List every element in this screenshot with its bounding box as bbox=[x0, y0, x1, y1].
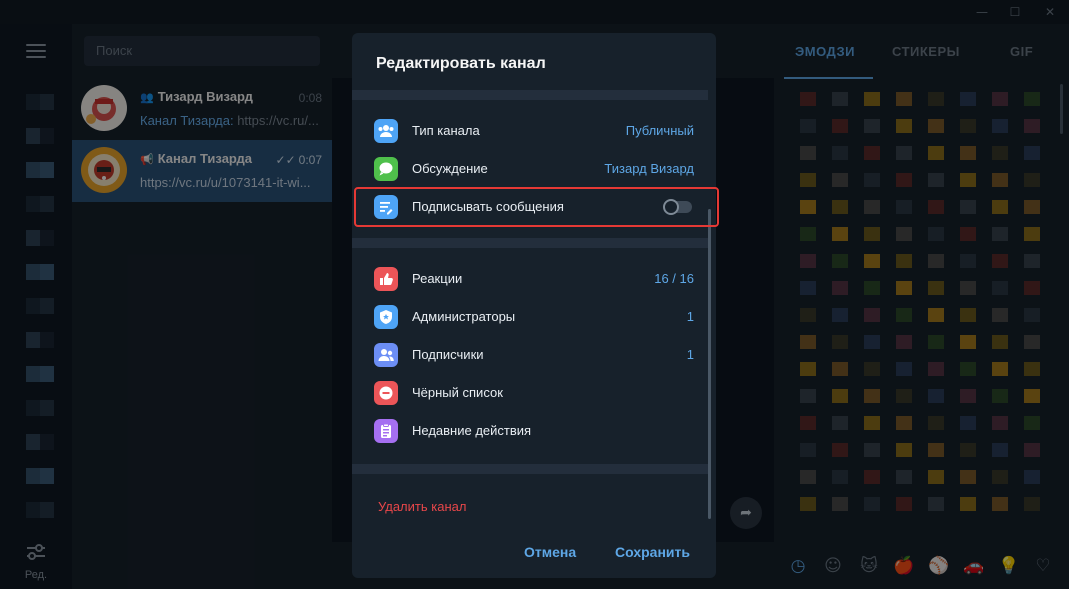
section-divider bbox=[352, 90, 708, 100]
blacklist-row[interactable]: Чёрный список bbox=[352, 374, 708, 412]
row-label: Недавние действия bbox=[412, 423, 532, 438]
subscribers-icon bbox=[374, 343, 398, 367]
row-label: Реакции bbox=[412, 271, 463, 286]
row-label: Чёрный список bbox=[412, 385, 503, 400]
discussion-icon bbox=[374, 157, 398, 181]
channel-type-row[interactable]: Тип канала Публичный bbox=[352, 112, 708, 150]
dialog-title: Редактировать канал bbox=[376, 55, 546, 72]
highlight-frame bbox=[354, 187, 719, 227]
row-label: Тип канала bbox=[412, 123, 480, 138]
recent-actions-icon bbox=[374, 419, 398, 443]
row-value: 1 bbox=[686, 347, 694, 362]
row-value: 1 bbox=[686, 309, 694, 324]
row-label: Подписчики bbox=[412, 347, 484, 362]
section-divider bbox=[352, 464, 708, 474]
row-value: 16 / 16 bbox=[654, 271, 694, 286]
cancel-button[interactable]: Отмена bbox=[524, 544, 576, 560]
row-label: Обсуждение bbox=[412, 161, 488, 176]
administrators-icon bbox=[374, 305, 398, 329]
reactions-row[interactable]: Реакции 16 / 16 bbox=[352, 260, 708, 298]
blacklist-icon bbox=[374, 381, 398, 405]
administrators-row[interactable]: Администраторы 1 bbox=[352, 298, 708, 336]
discussion-row[interactable]: Обсуждение Тизард Визард bbox=[352, 150, 708, 188]
row-label: Администраторы bbox=[412, 309, 516, 324]
dialog-scrollbar[interactable] bbox=[708, 209, 711, 519]
row-value: Тизард Визард bbox=[604, 161, 694, 176]
save-button[interactable]: Сохранить bbox=[615, 544, 690, 560]
channel-type-icon bbox=[374, 119, 398, 143]
row-value: Публичный bbox=[625, 123, 694, 138]
delete-channel-button[interactable]: Удалить канал bbox=[378, 499, 466, 514]
subscribers-row[interactable]: Подписчики 1 bbox=[352, 336, 708, 374]
recent-actions-row[interactable]: Недавние действия bbox=[352, 412, 708, 450]
section-divider bbox=[352, 238, 708, 248]
edit-channel-dialog: Редактировать канал Тип канала Публичный… bbox=[352, 33, 716, 578]
reactions-icon bbox=[374, 267, 398, 291]
